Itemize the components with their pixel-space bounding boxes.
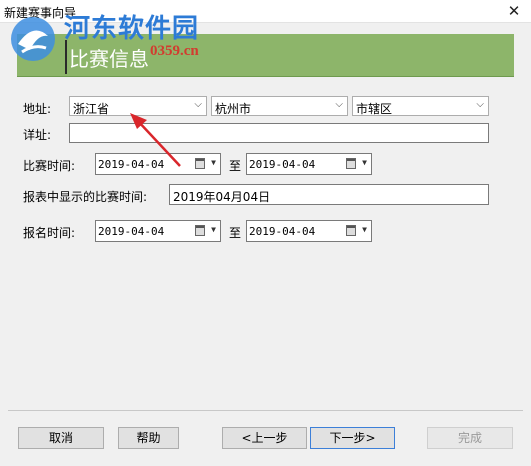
district-value: 市辖区 bbox=[356, 102, 393, 116]
calendar-icon bbox=[195, 225, 205, 236]
calendar-icon bbox=[346, 158, 356, 169]
watermark-url: 0359.cn bbox=[150, 43, 199, 59]
province-value: 浙江省 bbox=[73, 102, 110, 116]
dropdown-arrow-icon: ▼ bbox=[211, 158, 216, 167]
match-time-label: 比赛时间: bbox=[23, 159, 76, 173]
city-select[interactable]: 杭州市 ⌵ bbox=[211, 96, 348, 116]
match-to-label: 至 bbox=[229, 159, 242, 173]
signup-start-value: 2019-04-04 bbox=[98, 225, 165, 238]
city-value: 杭州市 bbox=[215, 102, 252, 116]
dropdown-arrow-icon: ▼ bbox=[362, 225, 367, 234]
display-time-input[interactable]: 2019年04月04日 bbox=[169, 184, 489, 205]
calendar-icon bbox=[195, 158, 205, 169]
signup-start-date-picker[interactable]: 2019-04-04 ▼ bbox=[95, 220, 221, 242]
match-end-value: 2019-04-04 bbox=[249, 158, 316, 171]
signup-to-label: 至 bbox=[229, 226, 242, 240]
close-button[interactable]: ✕ bbox=[503, 0, 525, 22]
signup-end-value: 2019-04-04 bbox=[249, 225, 316, 238]
match-end-date-picker[interactable]: 2019-04-04 ▼ bbox=[246, 153, 372, 175]
page-title: 比赛信息 bbox=[69, 47, 149, 71]
chevron-down-icon: ⌵ bbox=[476, 99, 484, 110]
finish-button[interactable]: 完成 bbox=[427, 427, 513, 449]
annotation-arrow-icon bbox=[130, 113, 181, 167]
next-button[interactable]: 下一步> bbox=[310, 427, 395, 449]
help-button[interactable]: 帮助 bbox=[118, 427, 179, 449]
detail-address-label: 详址: bbox=[23, 128, 52, 142]
address-label: 地址: bbox=[23, 102, 52, 116]
cancel-button[interactable]: 取消 bbox=[18, 427, 104, 449]
chevron-down-icon: ⌵ bbox=[335, 99, 343, 110]
previous-button[interactable]: <上一步 bbox=[222, 427, 307, 449]
display-time-label: 报表中显示的比赛时间: bbox=[23, 190, 148, 204]
calendar-icon bbox=[346, 225, 356, 236]
banner-divider bbox=[65, 40, 67, 74]
dropdown-arrow-icon: ▼ bbox=[211, 225, 216, 234]
signup-end-date-picker[interactable]: 2019-04-04 ▼ bbox=[246, 220, 372, 242]
display-time-value: 2019年04月04日 bbox=[173, 190, 271, 204]
footer-divider bbox=[8, 410, 523, 411]
chevron-down-icon: ⌵ bbox=[194, 99, 202, 110]
dropdown-arrow-icon: ▼ bbox=[362, 158, 367, 167]
district-select[interactable]: 市辖区 ⌵ bbox=[352, 96, 489, 116]
watermark-logo-icon bbox=[11, 17, 55, 61]
signup-time-label: 报名时间: bbox=[23, 226, 76, 240]
watermark-name: 河东软件园 bbox=[64, 14, 200, 44]
